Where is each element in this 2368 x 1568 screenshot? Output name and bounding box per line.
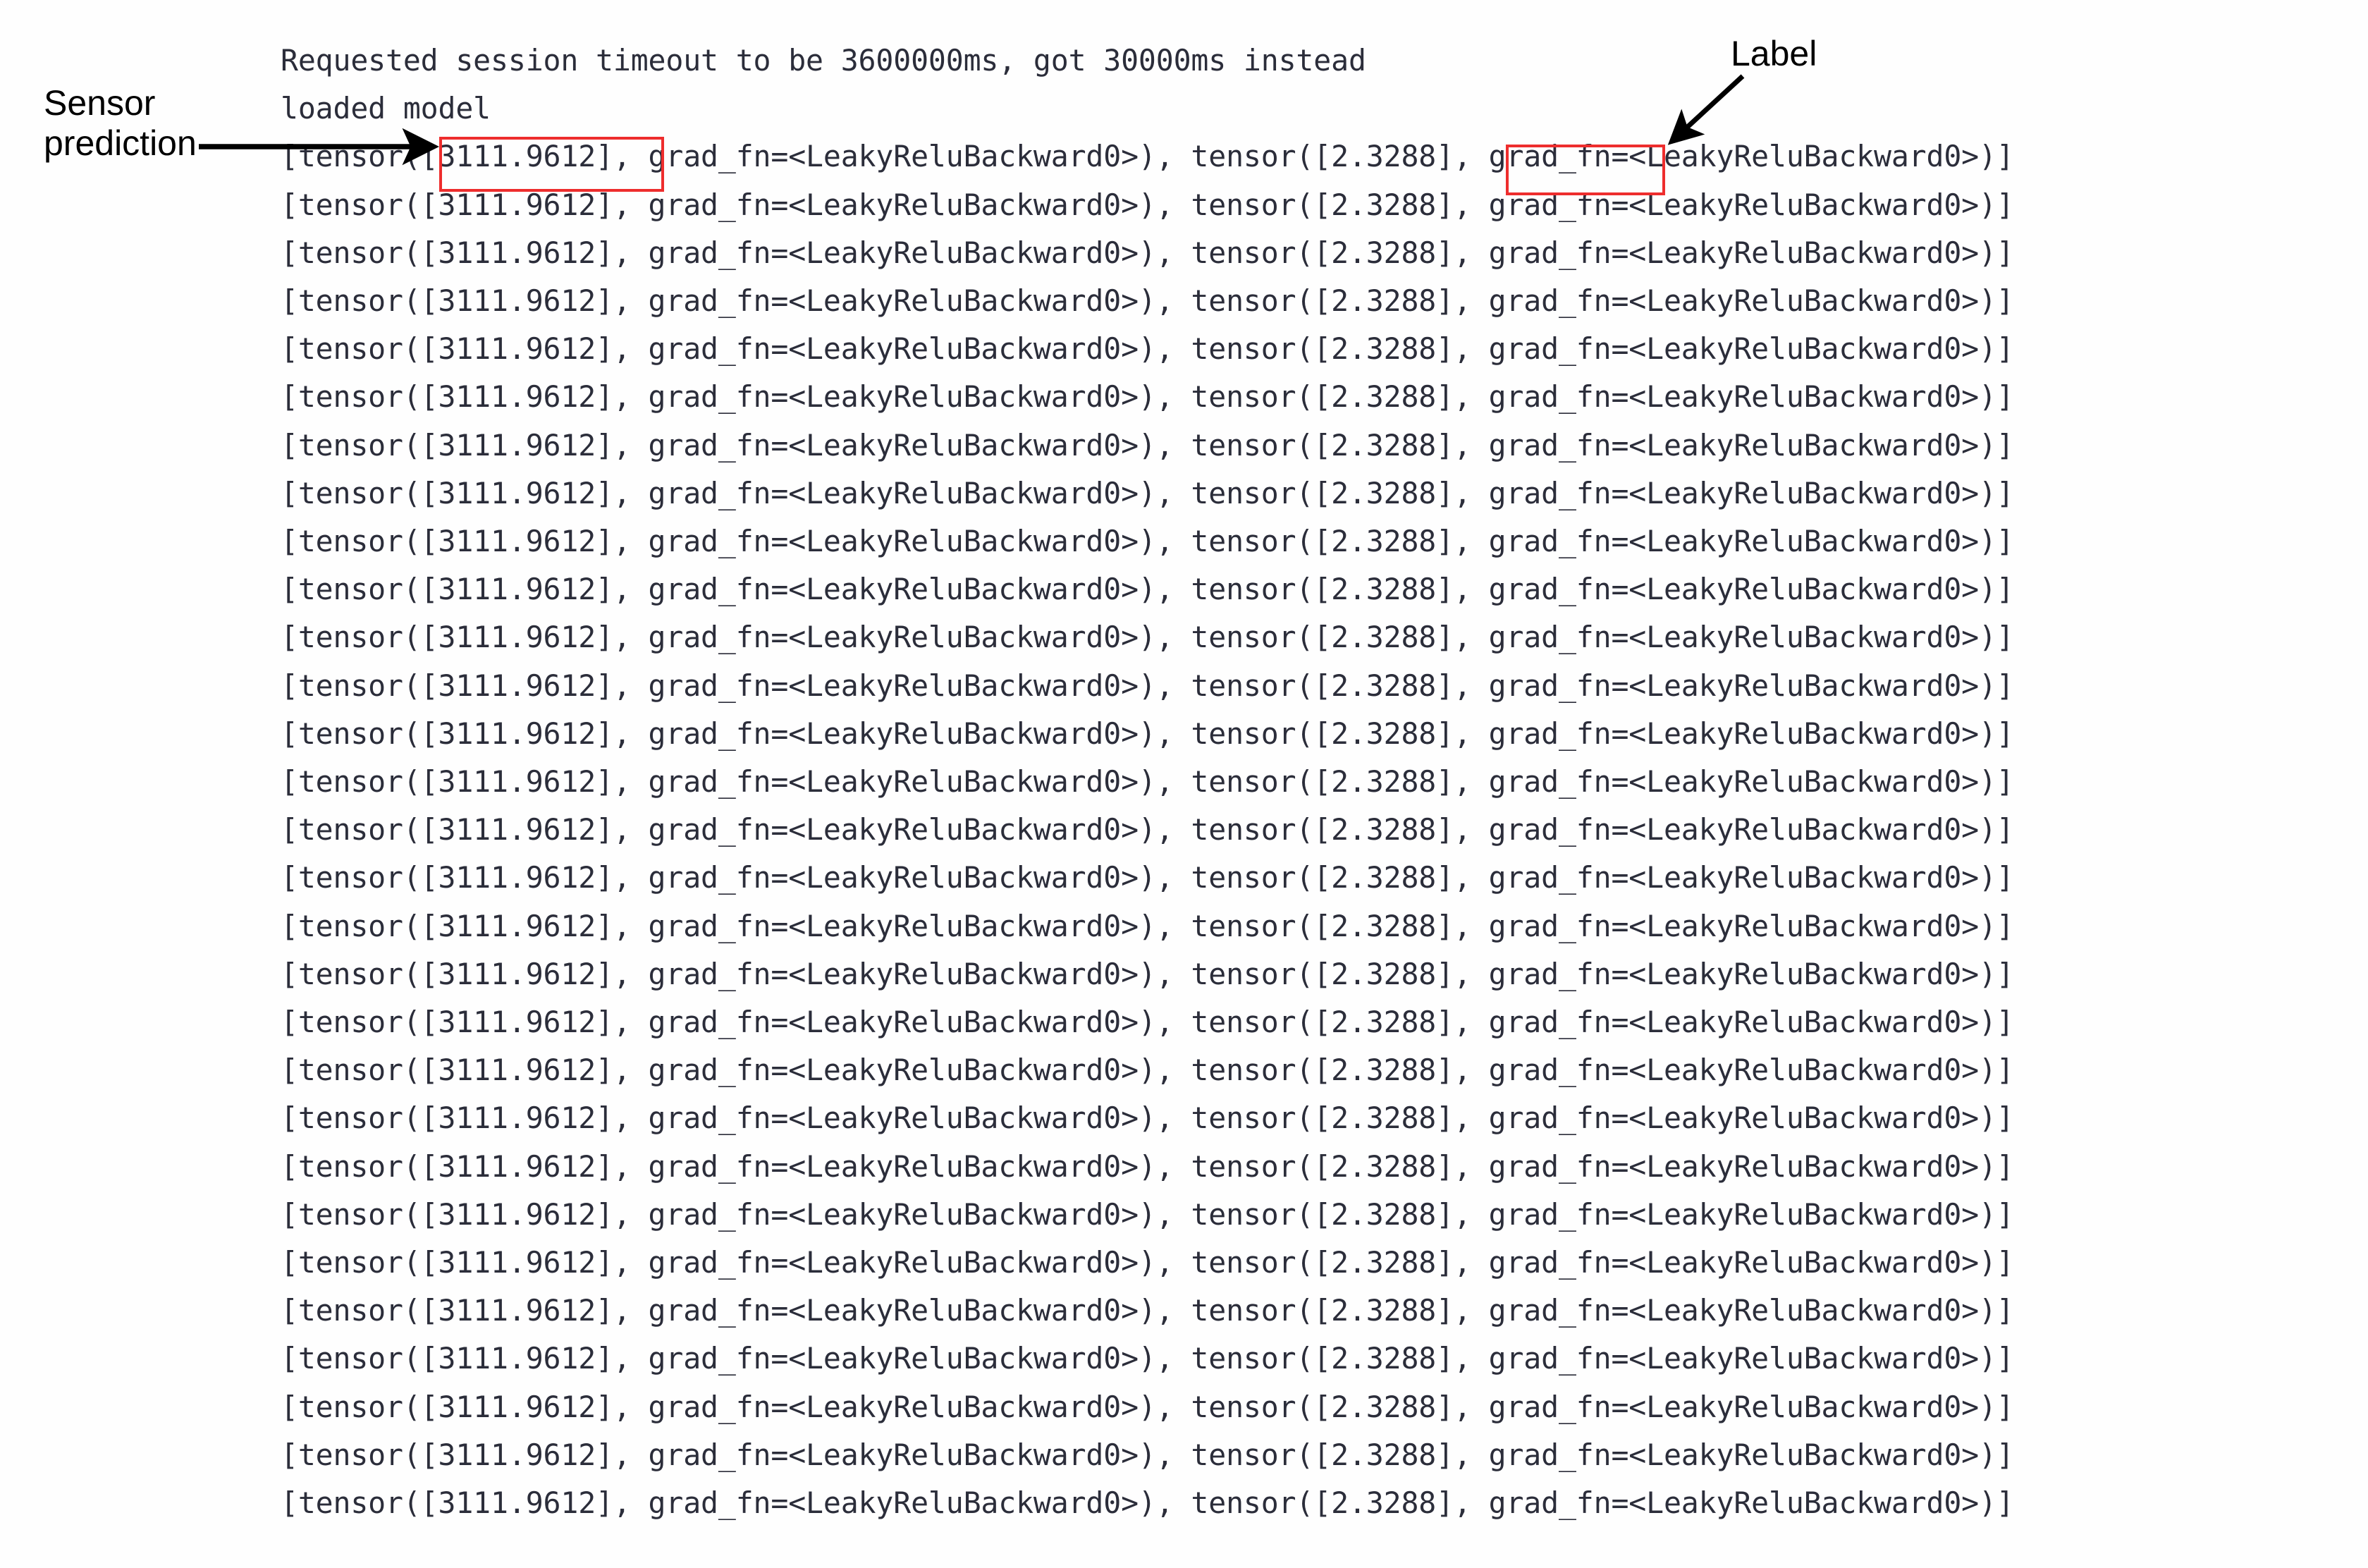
- console-tensor-line: [tensor([3111.9612], grad_fn=<LeakyReluB…: [281, 812, 2014, 847]
- screenshot-root: Requested session timeout to be 3600000m…: [0, 0, 2368, 1568]
- console-output: Requested session timeout to be 3600000m…: [281, 37, 2367, 1527]
- sensor-prediction-annotation-text: Sensor prediction: [44, 83, 197, 163]
- console-tensor-line: [tensor([3111.9612], grad_fn=<LeakyReluB…: [281, 1149, 2014, 1184]
- console-header-line: Requested session timeout to be 3600000m…: [281, 43, 1366, 78]
- console-tensor-line: [tensor([3111.9612], grad_fn=<LeakyReluB…: [281, 524, 2014, 559]
- console-tensor-line: [tensor([3111.9612], grad_fn=<LeakyReluB…: [281, 1053, 2014, 1088]
- console-tensor-line: [tensor([3111.9612], grad_fn=<LeakyReluB…: [281, 187, 2014, 222]
- console-tensor-line: [tensor([3111.9612], grad_fn=<LeakyReluB…: [281, 1005, 2014, 1040]
- console-tensor-line: [tensor([3111.9612], grad_fn=<LeakyReluB…: [281, 668, 2014, 703]
- console-tensor-line: [tensor([3111.9612], grad_fn=<LeakyReluB…: [281, 1437, 2014, 1472]
- console-tensor-line: [tensor([3111.9612], grad_fn=<LeakyReluB…: [281, 764, 2014, 800]
- console-tensor-line: [tensor([3111.9612], grad_fn=<LeakyReluB…: [281, 1245, 2014, 1280]
- console-tensor-line: [tensor([3111.9612], grad_fn=<LeakyReluB…: [281, 283, 2014, 319]
- console-tensor-line: [tensor([3111.9612], grad_fn=<LeakyReluB…: [281, 1389, 2014, 1424]
- console-tensor-line: [tensor([3111.9612], grad_fn=<LeakyReluB…: [281, 1341, 2014, 1376]
- label-annotation-text: Label: [1731, 34, 1817, 73]
- console-tensor-line: [tensor([3111.9612], grad_fn=<LeakyReluB…: [281, 908, 2014, 943]
- console-tensor-line: [tensor([3111.9612], grad_fn=<LeakyReluB…: [281, 379, 2014, 415]
- console-tensor-line: [tensor([3111.9612], grad_fn=<LeakyReluB…: [281, 572, 2014, 607]
- console-tensor-line: [tensor([3111.9612], grad_fn=<LeakyReluB…: [281, 1486, 2014, 1521]
- console-header-line: loaded model: [281, 91, 491, 126]
- console-tensor-line: [tensor([3111.9612], grad_fn=<LeakyReluB…: [281, 475, 2014, 510]
- console-tensor-line: [tensor([3111.9612], grad_fn=<LeakyReluB…: [281, 331, 2014, 367]
- console-tensor-line: [tensor([3111.9612], grad_fn=<LeakyReluB…: [281, 139, 2014, 174]
- console-tensor-line: [tensor([3111.9612], grad_fn=<LeakyReluB…: [281, 860, 2014, 895]
- console-tensor-line: [tensor([3111.9612], grad_fn=<LeakyReluB…: [281, 716, 2014, 751]
- console-tensor-line: [tensor([3111.9612], grad_fn=<LeakyReluB…: [281, 1101, 2014, 1136]
- console-tensor-line: [tensor([3111.9612], grad_fn=<LeakyReluB…: [281, 956, 2014, 991]
- console-tensor-line: [tensor([3111.9612], grad_fn=<LeakyReluB…: [281, 1293, 2014, 1328]
- console-tensor-line: [tensor([3111.9612], grad_fn=<LeakyReluB…: [281, 427, 2014, 463]
- console-tensor-line: [tensor([3111.9612], grad_fn=<LeakyReluB…: [281, 1196, 2014, 1232]
- console-tensor-line: [tensor([3111.9612], grad_fn=<LeakyReluB…: [281, 235, 2014, 270]
- console-tensor-line: [tensor([3111.9612], grad_fn=<LeakyReluB…: [281, 620, 2014, 655]
